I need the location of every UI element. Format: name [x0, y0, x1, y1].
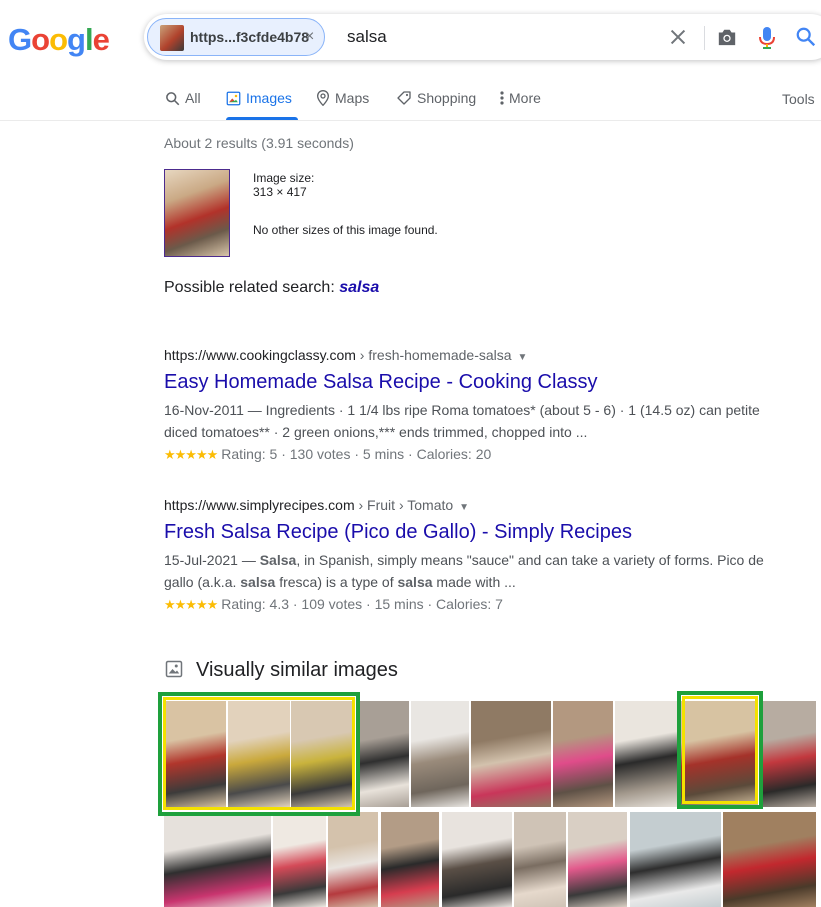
tab-label: All [185, 90, 201, 106]
result-rating: ★★★★★ Rating: 4.3 · 109 votes · 15 mins ·… [164, 596, 503, 613]
similar-image-thumbnail[interactable] [723, 812, 816, 907]
snippet-bold: salsa [240, 574, 276, 590]
camera-icon[interactable] [716, 27, 738, 52]
similar-image-thumbnail[interactable] [760, 701, 816, 807]
related-search-label: Possible related search: [164, 279, 340, 296]
similar-image-thumbnail[interactable] [328, 812, 378, 907]
logo-letter: e [92, 22, 110, 57]
result-stats: About 2 results (3.91 seconds) [164, 135, 354, 151]
result-breadcrumb: › fresh-homemade-salsa [355, 347, 512, 363]
result-url[interactable]: https://www.simplyrecipes.com › Fruit › … [164, 497, 469, 513]
yellow-highlight-box [163, 697, 355, 810]
similar-image-thumbnail[interactable] [553, 701, 613, 807]
similar-image-thumbnail[interactable] [471, 701, 551, 807]
no-other-sizes-text: No other sizes of this image found. [253, 223, 438, 237]
result-title[interactable]: Easy Homemade Salsa Recipe - Cooking Cla… [164, 371, 598, 394]
tab-label: Shopping [417, 90, 477, 106]
image-size-label: Image size: [253, 171, 315, 185]
image-icon [165, 660, 183, 683]
logo-letter: G [8, 22, 32, 57]
snippet-text: fresca) is a type of [275, 574, 398, 590]
logo-letter: o [31, 22, 50, 57]
tools-button[interactable]: Tools [782, 91, 815, 107]
similar-image-thumbnail[interactable] [568, 812, 627, 907]
similar-images-heading: Visually similar images [196, 659, 398, 681]
google-logo[interactable]: Google [8, 22, 110, 58]
similar-image-thumbnail[interactable] [514, 812, 566, 907]
similar-image-thumbnail[interactable] [442, 812, 512, 907]
result-url[interactable]: https://www.cookingclassy.com › fresh-ho… [164, 347, 527, 363]
related-search: Possible related search: salsa [164, 279, 379, 297]
tab-label: More [509, 90, 541, 106]
search-input[interactable]: salsa [347, 27, 387, 47]
similar-image-thumbnail[interactable] [381, 812, 439, 907]
tag-icon [397, 91, 411, 105]
star-rating-icon: ★★★★★ [164, 447, 218, 462]
tab-shopping[interactable]: Shopping [396, 90, 476, 106]
chip-thumbnail [160, 25, 184, 51]
yellow-highlight-box [682, 696, 758, 804]
more-vert-icon [500, 91, 504, 105]
search-icon[interactable] [795, 26, 817, 53]
result-snippet: 15-Jul-2021 — Salsa, in Spanish, simply … [164, 549, 769, 593]
search-icon [166, 91, 180, 105]
tab-label: Images [246, 90, 292, 106]
result-title[interactable]: Fresh Salsa Recipe (Pico de Gallo) - Sim… [164, 521, 632, 544]
searchbar-divider [704, 26, 705, 50]
caret-down-icon[interactable]: ▼ [518, 352, 528, 363]
tab-all[interactable]: All [165, 90, 201, 106]
image-size-value: 313 × 417 [253, 185, 307, 199]
similar-image-thumbnail[interactable] [630, 812, 721, 907]
related-search-link[interactable]: salsa [339, 279, 379, 296]
tab-label: Maps [335, 90, 370, 106]
rating-text: Rating: 4.3 · 109 votes · 15 mins · Calo… [221, 596, 503, 612]
rating-text: Rating: 5 · 130 votes · 5 mins · Calorie… [221, 446, 492, 462]
microphone-icon[interactable] [757, 26, 777, 55]
query-image-thumbnail[interactable] [164, 169, 230, 257]
tab-images[interactable]: Images [226, 90, 292, 106]
logo-letter: o [49, 22, 68, 57]
logo-letter: l [84, 22, 94, 57]
tab-maps[interactable]: Maps [316, 90, 369, 106]
chip-label: https...f3cfde4b78 [190, 29, 310, 45]
tab-more[interactable]: More [500, 90, 541, 106]
result-snippet: 16-Nov-2011 — Ingredients · 1 1/4 lbs ri… [164, 402, 760, 440]
similar-image-thumbnail[interactable] [411, 701, 469, 807]
caret-down-icon[interactable]: ▼ [459, 502, 469, 513]
image-icon [226, 91, 241, 105]
similar-image-thumbnail[interactable] [273, 812, 326, 907]
snippet-bold: Salsa [259, 552, 297, 568]
snippet-text: made with ... [432, 574, 516, 590]
snippet-bold: salsa [397, 574, 433, 590]
similar-image-thumbnail[interactable] [615, 701, 681, 807]
chip-close-icon[interactable]: × [305, 28, 314, 46]
result-rating: ★★★★★ Rating: 5 · 130 votes · 5 mins · Ca… [164, 446, 491, 463]
star-rating-icon: ★★★★★ [164, 597, 218, 612]
result-domain: https://www.simplyrecipes.com [164, 497, 355, 513]
result-domain: https://www.cookingclassy.com [164, 347, 356, 363]
tabs-divider [0, 120, 821, 121]
map-pin-icon [316, 90, 330, 106]
similar-image-thumbnail[interactable] [164, 812, 271, 907]
clear-icon[interactable] [667, 26, 689, 53]
logo-letter: g [67, 22, 86, 57]
similar-image-thumbnail[interactable] [359, 701, 409, 807]
result-breadcrumb: › Fruit › Tomato [354, 497, 454, 513]
snippet-text: 15-Jul-2021 — [164, 552, 260, 568]
